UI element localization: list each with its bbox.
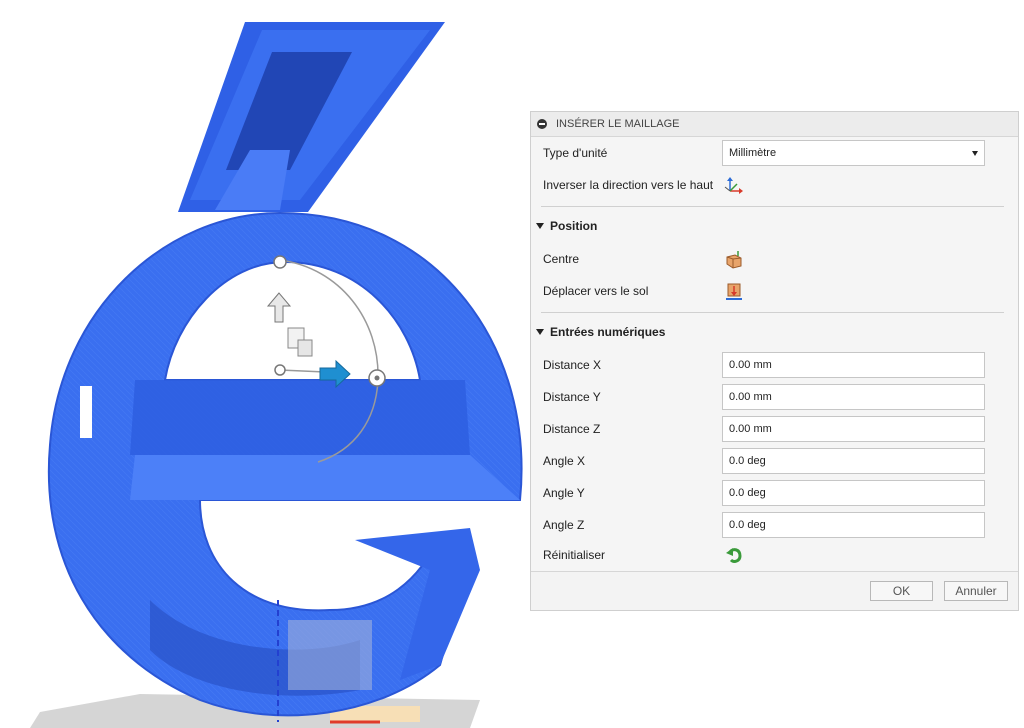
distance-z-label: Distance Z xyxy=(543,422,601,436)
position-section-label: Position xyxy=(550,219,598,233)
distance-x-input[interactable]: 0.00 mm xyxy=(722,352,985,378)
panel-footer: OK Annuler xyxy=(531,571,1018,610)
angle-x-label: Angle X xyxy=(543,454,586,468)
axis-flip-icon[interactable] xyxy=(724,175,744,195)
panel-title: INSÉRER LE MAILLAGE xyxy=(556,118,680,130)
centre-label: Centre xyxy=(543,252,580,266)
flip-up-label: Inverser la direction vers le haut xyxy=(543,178,714,192)
cancel-button[interactable]: Annuler xyxy=(944,581,1008,601)
chevron-down-icon xyxy=(972,150,978,156)
letter-e-inner-band xyxy=(130,380,470,455)
reset-label: Réinitialiser xyxy=(543,548,606,562)
angle-z-label: Angle Z xyxy=(543,518,585,532)
position-section-toggle[interactable]: Position xyxy=(536,219,597,233)
unit-type-select[interactable]: Millimètre xyxy=(722,140,985,166)
distance-y-input[interactable]: 0.00 mm xyxy=(722,384,985,410)
angle-x-input[interactable]: 0.0 deg xyxy=(722,448,985,474)
angle-y-input[interactable]: 0.0 deg xyxy=(722,480,985,506)
insert-mesh-panel: INSÉRER LE MAILLAGE Type d'unité Millimè… xyxy=(530,111,1019,611)
divider xyxy=(541,206,1004,207)
triangle-down-icon xyxy=(536,223,544,229)
letter-e-crossbar xyxy=(130,455,520,500)
angle-y-label: Angle Y xyxy=(543,486,585,500)
divider xyxy=(541,312,1004,313)
rotation-handle-top[interactable] xyxy=(273,255,287,269)
hole-ghost xyxy=(288,620,372,690)
panel-header[interactable]: INSÉRER LE MAILLAGE xyxy=(531,112,1018,137)
unit-type-value: Millimètre xyxy=(729,147,777,159)
center-icon[interactable] xyxy=(724,249,744,269)
plane-handle-2[interactable] xyxy=(297,339,313,357)
move-to-ground-label: Déplacer vers le sol xyxy=(543,284,649,298)
distance-z-input[interactable]: 0.00 mm xyxy=(722,416,985,442)
unit-type-label: Type d'unité xyxy=(543,146,608,160)
accent-mesh xyxy=(178,22,445,212)
distance-x-label: Distance X xyxy=(543,358,602,372)
numeric-section-label: Entrées numériques xyxy=(550,325,666,339)
reset-icon[interactable] xyxy=(724,545,744,565)
collapse-icon[interactable] xyxy=(537,119,547,129)
move-to-ground-icon[interactable] xyxy=(724,281,744,301)
distance-y-label: Distance Y xyxy=(543,390,601,404)
numeric-section-toggle[interactable]: Entrées numériques xyxy=(536,325,665,339)
gizmo-origin[interactable] xyxy=(274,364,286,376)
move-up-arrow[interactable] xyxy=(266,292,292,323)
ok-button[interactable]: OK xyxy=(870,581,933,601)
angle-z-input[interactable]: 0.0 deg xyxy=(722,512,985,538)
triangle-down-icon xyxy=(536,329,544,335)
window-opening xyxy=(80,386,92,438)
